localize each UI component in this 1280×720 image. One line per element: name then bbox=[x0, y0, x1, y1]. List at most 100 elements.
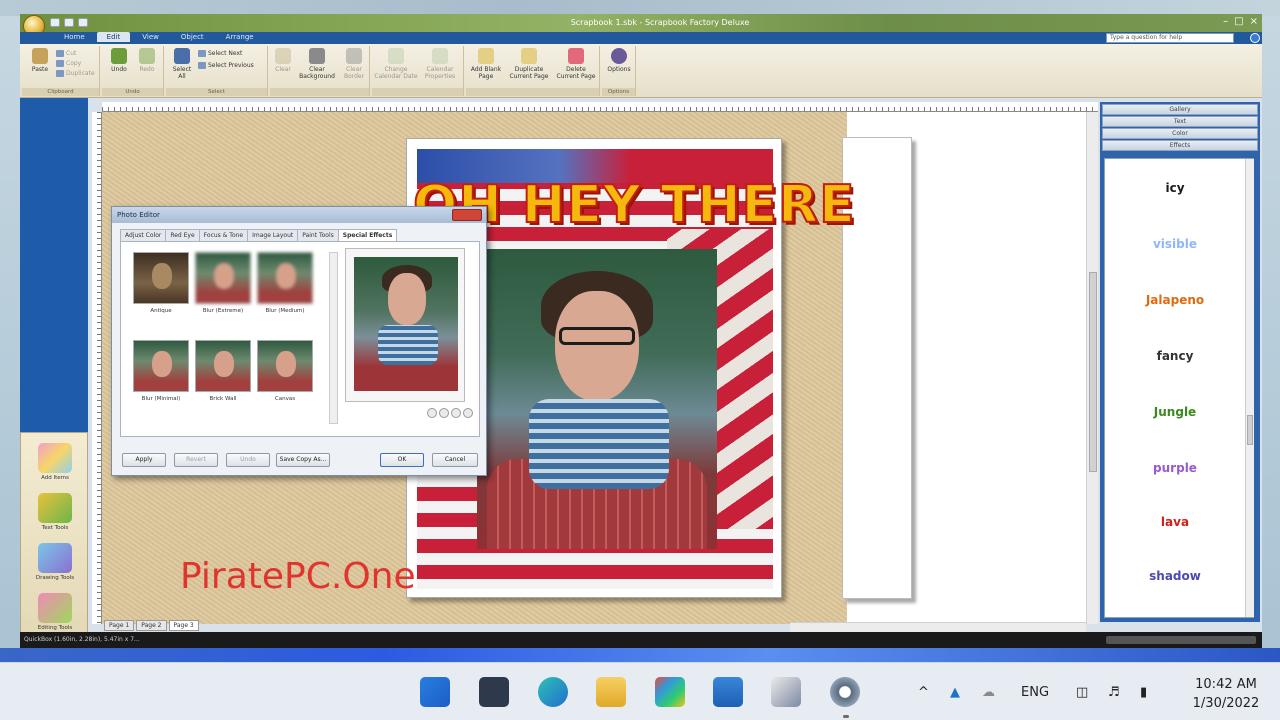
language-indicator[interactable]: ENG bbox=[1021, 685, 1049, 700]
canvas-horizontal-scrollbar[interactable] bbox=[790, 622, 1086, 632]
gallery-scrollbar[interactable] bbox=[1245, 159, 1254, 617]
zoom-actual-icon[interactable] bbox=[463, 408, 473, 418]
page-tab-1[interactable]: Page 1 bbox=[104, 620, 135, 631]
close-button[interactable]: × bbox=[1250, 16, 1258, 27]
add-items-tool[interactable]: Add Items bbox=[21, 443, 89, 481]
tab-arrange[interactable]: Arrange bbox=[216, 32, 264, 42]
revert-button[interactable]: Revert bbox=[174, 453, 218, 467]
qat-undo-icon[interactable] bbox=[64, 18, 74, 27]
redo-button[interactable]: Redo bbox=[134, 48, 160, 73]
chevron-up-icon[interactable]: ^ bbox=[918, 685, 929, 700]
tab-focus-tone[interactable]: Focus & Tone bbox=[198, 229, 249, 241]
effect-blur-minimal[interactable]: Blur (Minimal) bbox=[131, 340, 191, 402]
page-tab-2[interactable]: Page 2 bbox=[136, 620, 167, 631]
portrait-photo[interactable] bbox=[477, 249, 717, 549]
effect-blur-extreme[interactable]: Blur (Extreme) bbox=[193, 252, 253, 314]
duplicate-button[interactable]: Duplicate bbox=[56, 70, 95, 77]
select-next-icon bbox=[198, 50, 206, 57]
effect-brick-wall[interactable]: Brick Wall bbox=[193, 340, 253, 402]
undo-edit-button[interactable]: Undo bbox=[226, 453, 270, 467]
settings-gear-icon[interactable] bbox=[830, 677, 860, 707]
style-fancy[interactable]: fancy bbox=[1105, 349, 1245, 363]
zoom-out-icon[interactable] bbox=[439, 408, 449, 418]
zoom-in-icon[interactable] bbox=[427, 408, 437, 418]
page-tab-3[interactable]: Page 3 bbox=[168, 620, 199, 631]
tab-home[interactable]: Home bbox=[54, 32, 95, 42]
clear-button[interactable]: Clear bbox=[272, 48, 294, 73]
dialog-close-button[interactable] bbox=[452, 209, 482, 221]
tab-special-effects[interactable]: Special Effects bbox=[337, 229, 398, 241]
style-visible[interactable]: visible bbox=[1105, 237, 1245, 251]
paste-button[interactable]: Paste bbox=[26, 48, 54, 73]
zoom-fit-icon[interactable] bbox=[451, 408, 461, 418]
tab-image-layout[interactable]: Image Layout bbox=[247, 229, 299, 241]
battery-icon[interactable]: ▮ bbox=[1140, 685, 1147, 700]
calendar-properties-button[interactable]: Calendar Properties bbox=[418, 48, 462, 80]
qat-save-icon[interactable] bbox=[50, 18, 60, 27]
help-icon[interactable] bbox=[1250, 33, 1260, 43]
edge-browser-icon[interactable] bbox=[538, 677, 568, 707]
style-shadow[interactable]: shadow bbox=[1105, 569, 1245, 583]
duplicate-current-page-button[interactable]: Duplicate Current Page bbox=[506, 48, 552, 80]
security-warning-icon[interactable]: ▲ bbox=[950, 685, 960, 700]
scroll-thumb[interactable] bbox=[1089, 272, 1097, 472]
style-lava[interactable]: lava bbox=[1105, 515, 1245, 529]
scrapbook-app-icon[interactable] bbox=[771, 677, 801, 707]
tab-red-eye[interactable]: Red Eye bbox=[165, 229, 200, 241]
effects-scrollbar[interactable] bbox=[329, 252, 338, 424]
effect-canvas[interactable]: Canvas bbox=[255, 340, 315, 402]
maximize-button[interactable]: □ bbox=[1234, 16, 1243, 27]
add-blank-page-button[interactable]: Add Blank Page bbox=[468, 48, 504, 80]
style-jungle[interactable]: Jungle bbox=[1105, 405, 1245, 419]
widgets-icon[interactable] bbox=[479, 677, 509, 707]
qat-redo-icon[interactable] bbox=[78, 18, 88, 27]
store-icon[interactable] bbox=[655, 677, 685, 707]
onedrive-cloud-icon[interactable]: ☁ bbox=[982, 685, 995, 700]
style-purple[interactable]: purple bbox=[1105, 461, 1245, 475]
mail-icon[interactable] bbox=[713, 677, 743, 707]
tab-object[interactable]: Object bbox=[171, 32, 214, 42]
drawing-tools-tool[interactable]: Drawing Tools bbox=[21, 543, 89, 581]
clear-border-button[interactable]: Clear Border bbox=[340, 48, 368, 80]
clock[interactable]: 10:42 AM 1/30/2022 bbox=[1180, 675, 1272, 713]
cut-button[interactable]: Cut bbox=[56, 50, 76, 57]
network-icon[interactable]: ◫ bbox=[1076, 685, 1088, 700]
select-all-button[interactable]: Select All bbox=[170, 48, 194, 80]
text-tools-tool[interactable]: Text Tools bbox=[21, 493, 89, 531]
effect-antique[interactable]: Antique bbox=[131, 252, 191, 314]
help-search-input[interactable]: Type a question for help bbox=[1106, 33, 1234, 43]
cancel-button[interactable]: Cancel bbox=[432, 453, 478, 467]
apply-button[interactable]: Apply bbox=[122, 453, 166, 467]
gallery-scroll-thumb[interactable] bbox=[1247, 415, 1253, 445]
volume-icon[interactable]: ♬ bbox=[1108, 685, 1120, 700]
start-icon[interactable] bbox=[420, 677, 450, 707]
status-bar: QuickBox (1.60in, 2.28in), 5.47in x 7... bbox=[20, 632, 1262, 648]
effect-blur-medium[interactable]: Blur (Medium) bbox=[255, 252, 315, 314]
canvas-vertical-scrollbar[interactable] bbox=[1086, 112, 1098, 624]
copy-button[interactable]: Copy bbox=[56, 60, 81, 67]
effects-section[interactable]: Effects bbox=[1102, 140, 1258, 151]
delete-current-page-button[interactable]: Delete Current Page bbox=[554, 48, 598, 80]
text-section[interactable]: Text bbox=[1102, 116, 1258, 127]
select-group: Select All Select Next Select Previous S… bbox=[166, 46, 268, 96]
tab-edit[interactable]: Edit bbox=[96, 32, 131, 42]
tab-paint-tools[interactable]: Paint Tools bbox=[297, 229, 339, 241]
file-explorer-icon[interactable] bbox=[596, 677, 626, 707]
clear-background-button[interactable]: Clear Background bbox=[296, 48, 338, 80]
zoom-slider[interactable] bbox=[1106, 636, 1256, 644]
minimize-button[interactable]: – bbox=[1223, 16, 1228, 27]
color-section[interactable]: Color bbox=[1102, 128, 1258, 139]
options-button[interactable]: Options bbox=[604, 48, 634, 73]
undo-button[interactable]: Undo bbox=[106, 48, 132, 73]
tab-view[interactable]: View bbox=[132, 32, 169, 42]
ok-button[interactable]: OK bbox=[380, 453, 424, 467]
gallery-section[interactable]: Gallery bbox=[1102, 104, 1258, 115]
style-jalapeno[interactable]: Jalapeno bbox=[1105, 293, 1245, 307]
select-next-button[interactable]: Select Next bbox=[198, 50, 242, 57]
change-calendar-date-button[interactable]: Change Calendar Date bbox=[374, 48, 418, 80]
select-previous-button[interactable]: Select Previous bbox=[198, 62, 254, 69]
editing-tools-tool[interactable]: Editing Tools bbox=[21, 593, 89, 631]
tab-adjust-color[interactable]: Adjust Color bbox=[120, 229, 167, 241]
save-copy-as-button[interactable]: Save Copy As... bbox=[276, 453, 330, 467]
style-icy[interactable]: icy bbox=[1105, 181, 1245, 195]
